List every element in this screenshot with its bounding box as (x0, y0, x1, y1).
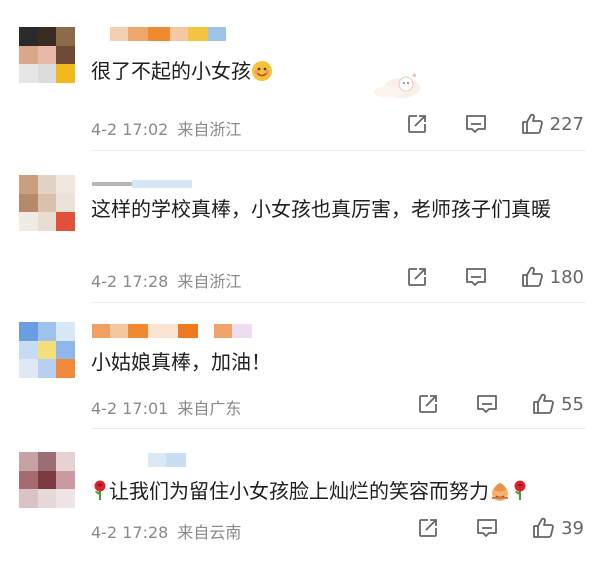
share-button[interactable] (406, 266, 428, 288)
comment-time: 4-2 17:28 (91, 272, 169, 291)
username-blurred[interactable] (148, 453, 186, 467)
sticker-decoration (374, 73, 420, 98)
like-count: 39 (561, 517, 584, 539)
share-button[interactable] (417, 517, 439, 539)
username-blurred[interactable] (110, 27, 226, 41)
username-blurred[interactable] (92, 324, 252, 338)
username-blurred[interactable] (92, 177, 192, 191)
reply-button[interactable] (475, 517, 499, 539)
comment-location: 来自云南 (177, 523, 242, 542)
comment-actions: 39 (417, 516, 584, 540)
comment-meta: 4-2 17:02 来自浙江 (91, 116, 241, 140)
share-icon (407, 268, 426, 286)
comment-meta: 4-2 17:28 来自云南 (91, 519, 241, 543)
thumbs-up-icon (533, 393, 554, 414)
like-button[interactable]: 227 (520, 112, 584, 136)
comment-time: 4-2 17:28 (91, 523, 169, 542)
reply-button[interactable] (464, 113, 488, 135)
divider (91, 302, 586, 303)
share-button[interactable] (406, 113, 428, 135)
comment-icon (477, 395, 497, 413)
comment-time: 4-2 17:01 (91, 399, 169, 418)
comment-icon (465, 115, 486, 133)
comment-actions: 227 (406, 112, 584, 136)
divider (91, 428, 586, 429)
thumbs-up-icon (521, 266, 543, 287)
like-count: 180 (549, 266, 584, 288)
avatar[interactable] (19, 175, 75, 231)
comment-icon (477, 519, 497, 537)
rose-emoji (514, 480, 526, 500)
like-button[interactable]: 55 (531, 392, 584, 416)
like-button[interactable]: 180 (520, 265, 584, 289)
comment-location: 来自浙江 (177, 272, 242, 291)
share-icon (419, 519, 437, 537)
comment-location: 来自浙江 (177, 120, 242, 139)
smiling-face-emoji (252, 61, 272, 81)
comment-time: 4-2 17:02 (91, 120, 169, 139)
avatar[interactable] (19, 322, 75, 378)
comment-meta: 4-2 17:28 来自浙江 (91, 268, 241, 292)
like-button[interactable]: 39 (531, 516, 584, 540)
divider (91, 150, 586, 151)
comment-location: 来自广东 (177, 399, 242, 418)
comment-text: 小姑娘真棒，加油！ (91, 350, 271, 374)
comment-actions: 180 (406, 265, 584, 289)
thumbs-up-icon (533, 517, 554, 538)
reply-button[interactable] (475, 393, 499, 415)
share-icon (407, 115, 426, 133)
avatar[interactable] (19, 452, 75, 508)
avatar[interactable] (19, 27, 75, 83)
praying-hands-emoji (492, 483, 508, 501)
like-count: 227 (549, 113, 584, 135)
comment-actions: 55 (417, 392, 584, 416)
comment-text: 让我们为留住小女孩脸上灿烂的笑容而努力 (91, 474, 591, 508)
comment-text: 这样的学校真棒，小女孩也真厉害，老师孩子们真暖 (91, 197, 551, 221)
share-button[interactable] (417, 393, 439, 415)
comment-icon (465, 268, 486, 286)
share-icon (419, 395, 437, 413)
thumbs-up-icon (521, 113, 543, 134)
rose-emoji (94, 480, 106, 500)
comment-meta: 4-2 17:01 来自广东 (91, 395, 241, 419)
comment-text: 很了不起的小女孩 (91, 54, 591, 88)
reply-button[interactable] (464, 266, 488, 288)
like-count: 55 (561, 393, 584, 415)
